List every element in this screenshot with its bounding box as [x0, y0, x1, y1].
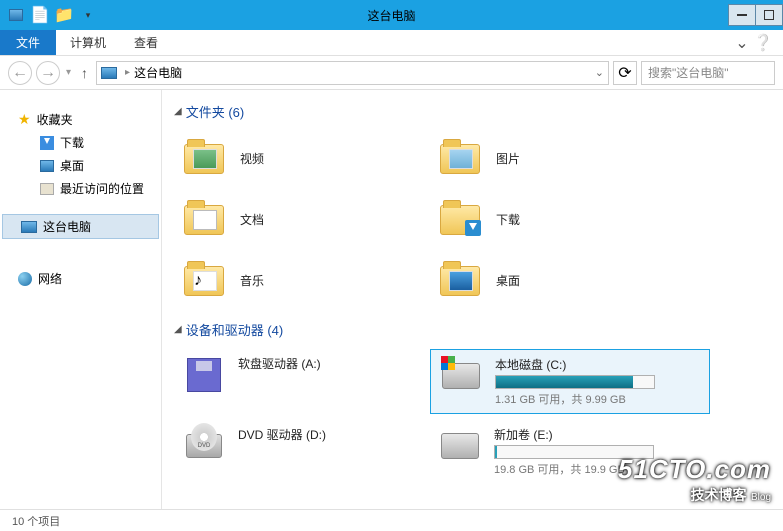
minimize-button[interactable]	[728, 4, 756, 26]
quick-access-toolbar: 📄 📁 ▾	[0, 5, 98, 25]
sidebar-this-pc[interactable]: 这台电脑	[2, 214, 159, 239]
title-bar: 📄 📁 ▾ 这台电脑	[0, 0, 783, 30]
status-bar: 10 个项目	[0, 509, 783, 531]
harddisk-icon	[441, 433, 479, 459]
qat-properties-icon[interactable]: 📄	[30, 5, 50, 25]
up-button[interactable]: ↑	[77, 65, 92, 81]
sidebar-item-recent[interactable]: 最近访问的位置	[0, 177, 161, 200]
drive-capacity-text: 1.31 GB 可用，共 9.99 GB	[495, 391, 701, 407]
folder-icon	[440, 205, 480, 235]
folder-label: 图片	[496, 150, 520, 167]
pc-icon	[21, 221, 37, 233]
drive-local-c[interactable]: 本地磁盘 (C:) 1.31 GB 可用，共 9.99 GB	[430, 349, 710, 414]
address-bar[interactable]: ▸ 这台电脑 ⌄	[96, 61, 609, 85]
drive-label: 本地磁盘 (C:)	[495, 356, 701, 373]
folder-icon	[440, 266, 480, 296]
tab-computer[interactable]: 计算机	[56, 30, 120, 55]
folder-label: 文档	[240, 211, 264, 228]
drive-label: 软盘驱动器 (A:)	[238, 355, 422, 372]
ribbon-tabs: 文件 计算机 查看 ⌄ ❔	[0, 30, 783, 56]
navigation-bar: ← → ▾ ↑ ▸ 这台电脑 ⌄ ⟳ 搜索"这台电脑"	[0, 56, 783, 90]
group-header-folders[interactable]: ◢ 文件夹 (6)	[174, 102, 771, 121]
sidebar-label: 下载	[60, 134, 84, 151]
qat-newfolder-icon[interactable]: 📁	[54, 5, 74, 25]
drive-label: 新加卷 (E:)	[494, 426, 702, 443]
sidebar-network[interactable]: 网络	[0, 267, 161, 290]
harddisk-icon	[442, 363, 480, 389]
group-title: 设备和驱动器 (4)	[186, 320, 284, 339]
capacity-bar	[495, 375, 655, 389]
content-pane: ◢ 文件夹 (6) 视频 图片 文档 下载 ♪ 音乐	[162, 90, 783, 510]
drives-grid: 软盘驱动器 (A:) 本地磁盘 (C:) 1.31 GB 可用，共 9.99 G…	[174, 349, 771, 483]
folder-music[interactable]: ♪ 音乐	[174, 253, 430, 308]
tab-view[interactable]: 查看	[120, 30, 172, 55]
status-item-count: 10 个项目	[12, 513, 60, 529]
folder-icon	[184, 144, 224, 174]
search-input[interactable]: 搜索"这台电脑"	[641, 61, 775, 85]
folder-desktop[interactable]: 桌面	[430, 253, 686, 308]
drive-floppy-a[interactable]: 软盘驱动器 (A:)	[174, 349, 430, 414]
folders-grid: 视频 图片 文档 下载 ♪ 音乐 桌面	[174, 131, 771, 308]
history-dropdown-icon[interactable]: ▾	[64, 67, 73, 78]
folder-icon: ♪	[184, 266, 224, 296]
desktop-icon	[40, 160, 54, 172]
sidebar-label: 最近访问的位置	[60, 180, 144, 197]
back-button[interactable]: ←	[8, 61, 32, 85]
star-icon: ★	[18, 111, 31, 128]
folder-icon	[184, 205, 224, 235]
navigation-pane: ★ 收藏夹 下载 桌面 最近访问的位置 这台电脑 网络	[0, 90, 162, 510]
folder-icon	[440, 144, 480, 174]
drive-volume-e[interactable]: 新加卷 (E:) 19.8 GB 可用，共 19.9 GB	[430, 420, 710, 483]
dvd-icon	[186, 434, 222, 458]
sidebar-label: 桌面	[60, 157, 84, 174]
refresh-button[interactable]: ⟳	[613, 61, 637, 85]
drive-capacity-text: 19.8 GB 可用，共 19.9 GB	[494, 461, 702, 477]
sidebar-label: 收藏夹	[37, 111, 73, 128]
drive-dvd-d[interactable]: DVD 驱动器 (D:)	[174, 420, 430, 483]
collapse-icon: ◢	[174, 106, 182, 117]
breadcrumb-sep-icon: ▸	[121, 67, 134, 78]
floppy-icon	[187, 358, 221, 392]
folder-documents[interactable]: 文档	[174, 192, 430, 247]
window-title: 这台电脑	[367, 7, 415, 24]
sidebar-item-desktop[interactable]: 桌面	[0, 154, 161, 177]
search-placeholder: 搜索"这台电脑"	[648, 64, 729, 81]
folder-label: 桌面	[496, 272, 520, 289]
folder-downloads[interactable]: 下载	[430, 192, 686, 247]
breadcrumb-dropdown-icon[interactable]: ⌄	[595, 66, 604, 79]
forward-button[interactable]: →	[36, 61, 60, 85]
sidebar-label: 网络	[38, 270, 62, 287]
maximize-button[interactable]	[755, 4, 783, 26]
file-tab[interactable]: 文件	[0, 30, 56, 55]
ribbon-expand-icon[interactable]: ⌄ ❔	[725, 30, 783, 55]
folder-label: 视频	[240, 150, 264, 167]
folder-label: 音乐	[240, 272, 264, 289]
group-header-drives[interactable]: ◢ 设备和驱动器 (4)	[174, 320, 771, 339]
system-menu-icon[interactable]	[6, 5, 26, 25]
qat-dropdown-icon[interactable]: ▾	[78, 5, 98, 25]
collapse-icon: ◢	[174, 324, 182, 335]
download-icon	[40, 136, 54, 150]
window-buttons	[729, 4, 783, 26]
main-area: ★ 收藏夹 下载 桌面 最近访问的位置 这台电脑 网络 ◢ 文件夹 (	[0, 90, 783, 510]
group-title: 文件夹 (6)	[186, 102, 245, 121]
sidebar-label: 这台电脑	[43, 218, 91, 235]
sidebar-favorites[interactable]: ★ 收藏夹	[0, 108, 161, 131]
folder-pictures[interactable]: 图片	[430, 131, 686, 186]
breadcrumb-location[interactable]: 这台电脑	[134, 64, 182, 81]
capacity-bar	[494, 445, 654, 459]
folder-videos[interactable]: 视频	[174, 131, 430, 186]
network-icon	[18, 272, 32, 286]
recent-icon	[40, 183, 54, 195]
drive-label: DVD 驱动器 (D:)	[238, 426, 422, 443]
pc-icon	[101, 67, 117, 79]
folder-label: 下载	[496, 211, 520, 228]
sidebar-item-downloads[interactable]: 下载	[0, 131, 161, 154]
